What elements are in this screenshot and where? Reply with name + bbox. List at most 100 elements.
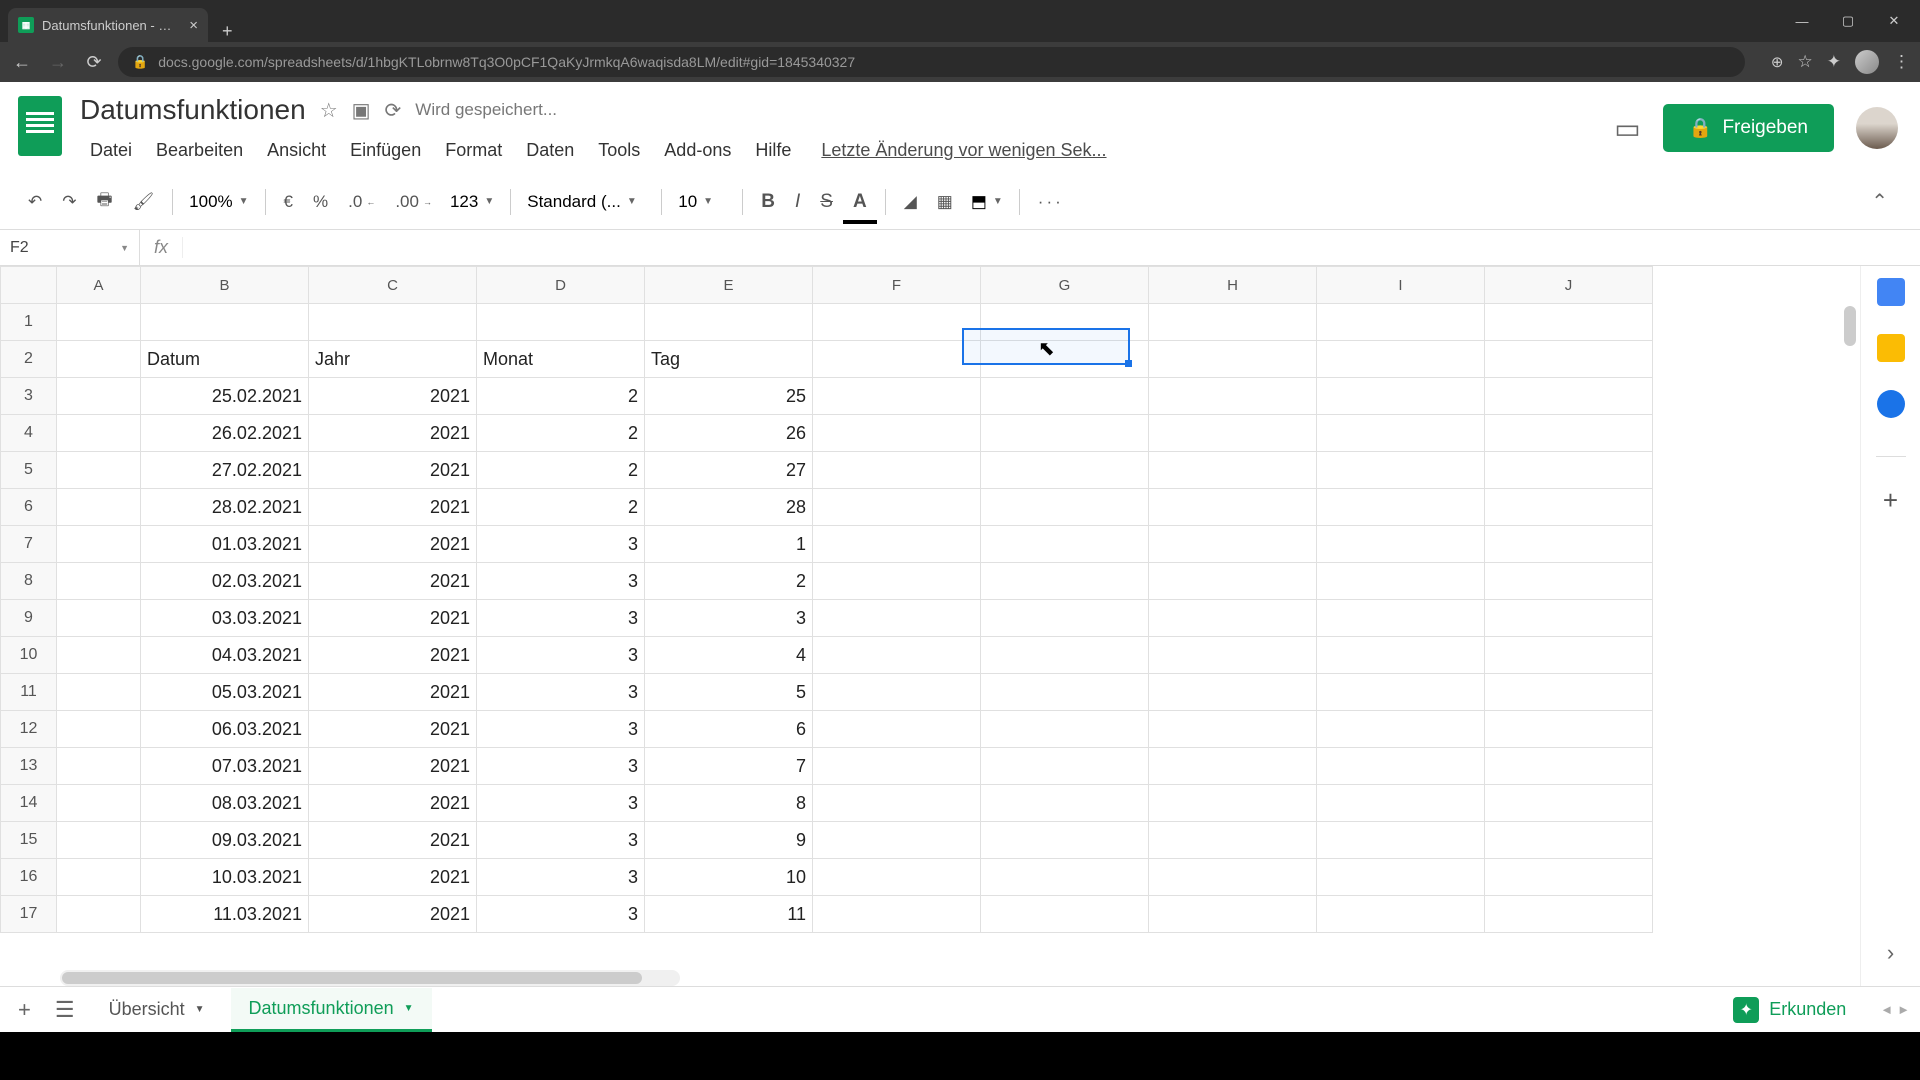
cell[interactable] <box>1485 637 1653 674</box>
col-header[interactable]: H <box>1149 267 1317 304</box>
cell[interactable] <box>981 600 1149 637</box>
cell[interactable] <box>1485 452 1653 489</box>
cell[interactable] <box>57 822 141 859</box>
cell[interactable] <box>141 304 309 341</box>
cell[interactable] <box>1149 489 1317 526</box>
cell[interactable] <box>1317 600 1485 637</box>
cell[interactable]: 05.03.2021 <box>141 674 309 711</box>
close-window-icon[interactable]: ✕ <box>1872 6 1916 36</box>
cell[interactable] <box>1317 711 1485 748</box>
cell[interactable] <box>1317 822 1485 859</box>
minimize-icon[interactable]: — <box>1780 6 1824 36</box>
horizontal-scrollbar[interactable] <box>60 970 680 986</box>
cell[interactable]: 10.03.2021 <box>141 859 309 896</box>
cell[interactable] <box>1317 378 1485 415</box>
doc-title[interactable]: Datumsfunktionen <box>80 94 306 126</box>
col-header[interactable]: J <box>1485 267 1653 304</box>
zoom-dropdown[interactable]: 100%▼ <box>183 192 254 212</box>
strikethrough-button[interactable]: S <box>812 185 841 219</box>
cell[interactable] <box>1317 489 1485 526</box>
col-header[interactable]: C <box>309 267 477 304</box>
cell[interactable] <box>813 452 981 489</box>
cell[interactable] <box>1149 711 1317 748</box>
tab-prev-icon[interactable]: ◄ <box>1880 1002 1893 1017</box>
number-format-dropdown[interactable]: 123▼ <box>444 192 500 212</box>
cell[interactable] <box>981 489 1149 526</box>
sheet-tab-overview[interactable]: Übersicht ▼ <box>91 989 223 1030</box>
col-header[interactable]: D <box>477 267 645 304</box>
cell[interactable] <box>813 674 981 711</box>
cell[interactable] <box>1149 748 1317 785</box>
cell[interactable] <box>981 896 1149 933</box>
decrease-decimal-button[interactable]: .0← <box>340 186 383 218</box>
cell[interactable]: 2021 <box>309 637 477 674</box>
row-header[interactable]: 1 <box>1 304 57 341</box>
cell[interactable]: 3 <box>477 674 645 711</box>
comments-icon[interactable]: ▭ <box>1614 112 1640 145</box>
cell[interactable]: 3 <box>477 785 645 822</box>
row-header[interactable]: 17 <box>1 896 57 933</box>
menu-format[interactable]: Format <box>435 136 512 165</box>
cell[interactable] <box>645 304 813 341</box>
cell[interactable] <box>981 563 1149 600</box>
cell[interactable]: 3 <box>477 563 645 600</box>
cell[interactable]: 2021 <box>309 526 477 563</box>
cell[interactable] <box>1317 304 1485 341</box>
tasks-icon[interactable] <box>1877 390 1905 418</box>
star-icon[interactable]: ☆ <box>1798 52 1813 72</box>
cell[interactable]: 3 <box>477 711 645 748</box>
cell[interactable] <box>1485 896 1653 933</box>
close-tab-icon[interactable]: × <box>189 17 198 34</box>
cell[interactable] <box>813 489 981 526</box>
select-all-corner[interactable] <box>1 267 57 304</box>
cell[interactable] <box>57 896 141 933</box>
cell[interactable]: 11.03.2021 <box>141 896 309 933</box>
cell[interactable] <box>981 748 1149 785</box>
browser-tab[interactable]: ▦ Datumsfunktionen - Google Tab × <box>8 8 208 42</box>
menu-data[interactable]: Daten <box>516 136 584 165</box>
col-header[interactable]: G <box>981 267 1149 304</box>
cell[interactable]: 9 <box>645 822 813 859</box>
cell[interactable] <box>1485 526 1653 563</box>
cell[interactable]: 2 <box>477 378 645 415</box>
cell[interactable]: 2021 <box>309 896 477 933</box>
cell[interactable]: 2021 <box>309 859 477 896</box>
cell[interactable]: Monat <box>477 341 645 378</box>
cell[interactable] <box>57 489 141 526</box>
font-size-dropdown[interactable]: 10▼ <box>672 192 732 212</box>
move-doc-icon[interactable]: ▣ <box>352 98 371 123</box>
cell[interactable] <box>1485 711 1653 748</box>
cell[interactable]: 27 <box>645 452 813 489</box>
maximize-icon[interactable]: ▢ <box>1826 6 1870 36</box>
row-header[interactable]: 12 <box>1 711 57 748</box>
cell[interactable] <box>813 415 981 452</box>
menu-file[interactable]: Datei <box>80 136 142 165</box>
cell[interactable] <box>57 341 141 378</box>
redo-icon[interactable]: ↷ <box>54 186 84 218</box>
cell[interactable] <box>981 711 1149 748</box>
cell[interactable]: 2021 <box>309 378 477 415</box>
cell[interactable] <box>57 785 141 822</box>
cell[interactable] <box>57 600 141 637</box>
cell[interactable]: 2021 <box>309 452 477 489</box>
cell[interactable]: 2021 <box>309 674 477 711</box>
cell[interactable]: 5 <box>645 674 813 711</box>
row-header[interactable]: 4 <box>1 415 57 452</box>
cell[interactable] <box>813 600 981 637</box>
cell[interactable] <box>57 378 141 415</box>
cell[interactable]: 25.02.2021 <box>141 378 309 415</box>
cell[interactable]: 25 <box>645 378 813 415</box>
cell[interactable] <box>1317 452 1485 489</box>
cell[interactable]: 04.03.2021 <box>141 637 309 674</box>
cell[interactable] <box>1317 415 1485 452</box>
cell[interactable] <box>981 341 1149 378</box>
menu-view[interactable]: Ansicht <box>257 136 336 165</box>
cell[interactable]: 2 <box>477 415 645 452</box>
cell[interactable]: 28 <box>645 489 813 526</box>
cell[interactable] <box>981 378 1149 415</box>
last-edit-link[interactable]: Letzte Änderung vor wenigen Sek... <box>811 136 1116 165</box>
row-header[interactable]: 14 <box>1 785 57 822</box>
cell[interactable] <box>813 637 981 674</box>
cell[interactable] <box>813 526 981 563</box>
tab-next-icon[interactable]: ► <box>1897 1002 1910 1017</box>
